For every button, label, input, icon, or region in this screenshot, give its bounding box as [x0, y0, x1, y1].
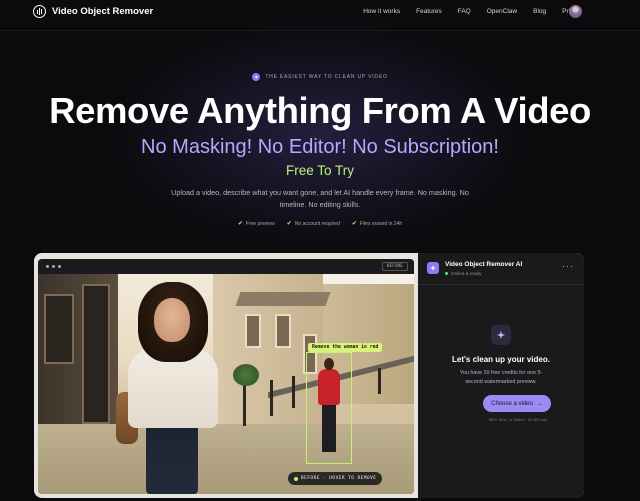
- eyebrow-text: THE EASIEST WAY TO CLEAN UP VIDEO: [265, 74, 388, 80]
- video-preview[interactable]: BEFORE Remove the woman in red BEFORE · …: [38, 259, 414, 494]
- landing-page: Video Object Remover How it works Featur…: [0, 0, 640, 501]
- eyebrow: THE EASIEST WAY TO CLEAN UP VIDEO: [0, 73, 640, 81]
- demo-frame: BEFORE Remove the woman in red BEFORE · …: [34, 253, 584, 498]
- brand-logo-icon: [33, 5, 46, 18]
- perk-item: ✔ No account required: [286, 220, 340, 228]
- check-icon: ✔: [237, 221, 243, 227]
- supported-formats: MP4, MOV, or WebM · 50 MB max: [488, 418, 548, 422]
- assistant-sparkle-icon: [427, 262, 439, 274]
- brand-name: Video Object Remover: [52, 6, 154, 17]
- perk-label: Files erased in 24h: [359, 220, 403, 227]
- status-dot-icon: [294, 476, 298, 481]
- sparkle-icon: [252, 73, 261, 81]
- video-titlebar: BEFORE: [38, 259, 414, 274]
- hover-hint-label: BEFORE · HOVER TO REMOVE: [301, 476, 377, 481]
- nav-link-openclaw[interactable]: OpenClaw: [487, 8, 517, 15]
- woman-foreground: [108, 282, 228, 494]
- nav-link-features[interactable]: Features: [416, 8, 442, 15]
- perk-label: Free preview: [245, 220, 275, 227]
- assistant-status: Online & ready: [445, 271, 481, 276]
- selection-box: [306, 352, 352, 464]
- sparkle-icon: [491, 325, 511, 345]
- choose-video-button[interactable]: Choose a video →: [483, 395, 551, 412]
- removal-callout: Remove the woman in red: [308, 343, 383, 352]
- nav-link-faq[interactable]: FAQ: [458, 8, 471, 15]
- check-icon: ✔: [351, 221, 357, 227]
- perk-label: No account required: [294, 220, 340, 227]
- perk-item: ✔ Files erased in 24h: [351, 220, 403, 228]
- perks-list: ✔ Free preview ✔ No account required ✔ File…: [0, 220, 640, 228]
- nav-divider: [0, 30, 640, 31]
- brand[interactable]: Video Object Remover: [33, 5, 153, 18]
- nav-link-blog[interactable]: Blog: [533, 8, 546, 15]
- free-to-try: Free To Try: [285, 163, 355, 178]
- nav-links: How it works Features FAQ OpenClaw Blog …: [363, 8, 582, 15]
- assistant-header: Video Object Remover AI Online & ready ·…: [418, 253, 584, 285]
- subheadline: No Masking! No Editor! No Subscription!: [141, 136, 499, 158]
- online-dot-icon: [445, 272, 448, 275]
- choose-video-label: Choose a video: [491, 400, 533, 407]
- before-tag: BEFORE: [381, 262, 408, 271]
- hero-description: Upload a video, describe what you want g…: [171, 188, 469, 209]
- top-nav: Video Object Remover How it works Featur…: [0, 0, 640, 26]
- assistant-message: You have 10 free credits for one 5-secon…: [459, 370, 543, 385]
- assistant-status-text: Online & ready: [451, 271, 482, 276]
- page-title: Remove Anything From A Video: [49, 90, 591, 131]
- assistant-panel: Video Object Remover AI Online & ready ·…: [418, 253, 584, 498]
- nav-link-how-it-works[interactable]: How it works: [363, 8, 400, 15]
- hover-to-remove-hint[interactable]: BEFORE · HOVER TO REMOVE: [288, 472, 383, 485]
- more-options-icon[interactable]: ···: [562, 262, 574, 271]
- window-dots-icon: [46, 265, 61, 268]
- assistant-heading: Let's clean up your video.: [452, 355, 550, 364]
- user-avatar[interactable]: [569, 5, 582, 18]
- check-icon: ✔: [286, 221, 292, 227]
- perk-item: ✔ Free preview: [237, 220, 275, 228]
- assistant-title: Video Object Remover AI: [445, 261, 523, 268]
- street-scene-image: Remove the woman in red BEFORE · HOVER T…: [38, 274, 414, 494]
- arrow-right-icon: →: [536, 400, 543, 407]
